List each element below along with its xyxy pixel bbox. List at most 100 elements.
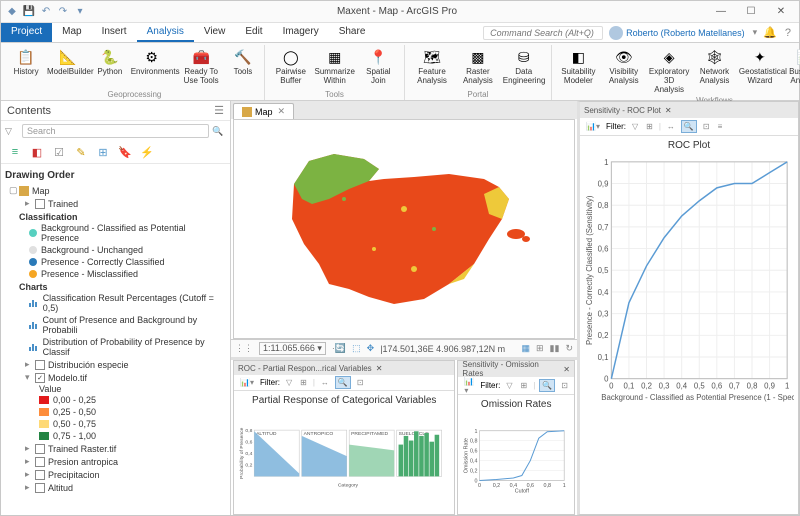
partial-tab[interactable]: ROC - Partial Respon...rical Variables — [238, 364, 372, 373]
roc-legend-icon[interactable]: ≡ — [716, 121, 725, 132]
map-tab-close-icon[interactable]: ✕ — [278, 106, 286, 117]
ribbon-exploratory-3d-analysis[interactable]: ◈Exploratory 3D Analysis — [648, 45, 689, 96]
ribbon-ready-to-use-tools[interactable]: 🧰Ready To Use Tools — [178, 45, 223, 88]
omission-tab[interactable]: Sensitivity - Omission Rates — [462, 360, 559, 378]
om-filter-icon[interactable]: ▽ — [504, 380, 514, 391]
layer-presion-antropica[interactable]: ▸Presion antropica — [5, 455, 226, 468]
ribbon-business-analysis[interactable]: 📊Business Analysis — [785, 45, 800, 96]
list-by-perf-icon[interactable]: ⚡ — [139, 144, 155, 160]
layer-checkbox[interactable] — [35, 444, 45, 454]
map-view[interactable] — [233, 119, 575, 339]
ribbon-geostatistical-wizard[interactable]: ✦Geostatistical Wizard — [739, 45, 780, 96]
ribbon-suitability-modeler[interactable]: ◧Suitability Modeler — [558, 45, 599, 96]
list-by-source-icon[interactable]: ◧ — [29, 144, 45, 160]
ribbon-visibility-analysis[interactable]: 👁Visibility Analysis — [603, 45, 644, 96]
menu-tab-share[interactable]: Share — [329, 23, 376, 42]
partial-tab-close-icon[interactable]: ✕ — [376, 364, 383, 373]
axis-icon[interactable]: ↔ — [319, 377, 331, 388]
save-icon[interactable]: 💾 — [22, 5, 36, 19]
close-button[interactable]: ✕ — [767, 3, 795, 21]
menu-tab-insert[interactable]: Insert — [92, 23, 137, 42]
refresh-icon[interactable]: ↻ — [565, 343, 573, 354]
chart-entry[interactable]: Classification Result Percentages (Cutof… — [5, 292, 226, 314]
list-by-selection-icon[interactable]: ☑ — [51, 144, 67, 160]
ribbon-pairwise-buffer[interactable]: ◯Pairwise Buffer — [271, 45, 311, 88]
chart-entry[interactable]: Distribution of Probability of Presence … — [5, 336, 226, 358]
nav2-icon[interactable]: ✥ — [367, 343, 375, 354]
map-tab[interactable]: Map✕ — [233, 103, 294, 119]
scale-selector[interactable]: 1:11.065.666 ▾ — [259, 342, 326, 355]
layer-checkbox[interactable] — [35, 470, 45, 480]
menu-tab-analysis[interactable]: Analysis — [137, 23, 194, 42]
dist-layer[interactable]: ▸Distribución especie — [5, 358, 226, 371]
contents-menu-icon[interactable]: ☰ — [214, 104, 224, 117]
roc-filter-icon[interactable]: ▽ — [630, 121, 640, 132]
rotate-icon[interactable]: ·🔄 — [332, 343, 346, 354]
trained-layer[interactable]: ▸Trained — [5, 197, 226, 210]
layer-checkbox[interactable] — [35, 457, 45, 467]
pause-icon[interactable]: ▮▮ — [550, 343, 560, 354]
modelo-layer[interactable]: ▾✓Modelo.tif — [5, 371, 226, 384]
ribbon-modelbuilder[interactable]: 📐ModelBuilder — [45, 45, 90, 88]
roc-tab-close-icon[interactable]: ✕ — [665, 106, 672, 115]
ribbon-environments[interactable]: ⚙Environments — [129, 45, 174, 88]
ribbon-tools[interactable]: 🔨Tools — [228, 45, 258, 88]
ribbon-feature-analysis[interactable]: 🗺Feature Analysis — [411, 45, 453, 88]
layer-checkbox[interactable] — [35, 483, 45, 493]
map-node[interactable]: ▢Map — [5, 184, 226, 197]
roc-zoom-icon[interactable]: 🔍 — [681, 120, 697, 133]
ribbon-summarize-within[interactable]: ▦Summarize Within — [315, 45, 355, 88]
om-chart-icon[interactable]: 📊▾ — [462, 376, 476, 396]
list-by-editing-icon[interactable]: ✎ — [73, 144, 89, 160]
notification-bell-icon[interactable]: 🔔 — [763, 26, 777, 39]
undo-icon[interactable]: ↶ — [39, 5, 53, 19]
chart-entry[interactable]: Count of Presence and Background by Prob… — [5, 314, 226, 336]
search-icon[interactable]: 🔍 — [212, 126, 226, 137]
maximize-button[interactable]: ☐ — [737, 3, 765, 21]
menu-tab-imagery[interactable]: Imagery — [273, 23, 329, 42]
zoom-tool-icon[interactable]: 🔍 — [335, 376, 351, 389]
dist-checkbox[interactable] — [35, 360, 45, 370]
qat-dropdown-icon[interactable]: ▾ — [73, 5, 87, 19]
layer-trained-raster.tif[interactable]: ▸Trained Raster.tif — [5, 442, 226, 455]
nav-icon[interactable]: ⬚ — [352, 343, 361, 354]
list-by-drawing-icon[interactable]: ≡ — [7, 144, 23, 160]
help-icon[interactable]: ? — [785, 27, 791, 39]
roc-chart-icon[interactable]: 📊▾ — [584, 121, 602, 132]
minimize-button[interactable]: — — [707, 3, 735, 21]
sel-features-icon[interactable]: ▦ — [521, 343, 530, 354]
roc-ext-icon[interactable]: ⊞ — [644, 121, 655, 132]
filter-sel-icon[interactable]: ▽ — [284, 377, 294, 388]
user-name[interactable]: Roberto (Roberto Matellanes) — [626, 28, 745, 38]
omission-tab-close-icon[interactable]: ✕ — [563, 365, 570, 374]
om-zoom-icon[interactable]: 🔍 — [539, 379, 555, 392]
layer-altitud[interactable]: ▸Altitud — [5, 481, 226, 494]
user-avatar-icon[interactable] — [609, 26, 623, 40]
modelo-checkbox[interactable]: ✓ — [35, 373, 45, 383]
roc-tab[interactable]: Sensitivity - ROC Plot — [584, 106, 661, 115]
command-search-input[interactable] — [483, 26, 603, 40]
list-by-labeling-icon[interactable]: 🔖 — [117, 144, 133, 160]
roc-full-icon[interactable]: ⊡ — [701, 121, 712, 132]
filter-ext-icon[interactable]: ⊞ — [298, 377, 309, 388]
om-full-icon[interactable]: ⊡ — [559, 380, 570, 391]
ribbon-python[interactable]: 🐍Python — [95, 45, 125, 88]
ribbon-data-engineering[interactable]: ⛁Data Engineering — [503, 45, 545, 88]
om-ext-icon[interactable]: ⊞ — [519, 380, 530, 391]
contents-search-input[interactable]: Search — [22, 124, 209, 138]
menu-tab-view[interactable]: View — [194, 23, 236, 42]
redo-icon[interactable]: ↷ — [56, 5, 70, 19]
snap-icon[interactable]: ⊞ — [536, 343, 544, 354]
user-dropdown-icon[interactable]: ▾ — [753, 27, 758, 38]
roc-axis-icon[interactable]: ↔ — [665, 121, 677, 132]
list-by-snapping-icon[interactable]: ⊞ — [95, 144, 111, 160]
ribbon-history[interactable]: 📋History — [11, 45, 41, 88]
ribbon-spatial-join[interactable]: 📍Spatial Join — [359, 45, 398, 88]
ribbon-raster-analysis[interactable]: ▩Raster Analysis — [457, 45, 499, 88]
menu-tab-map[interactable]: Map — [52, 23, 91, 42]
menu-tab-edit[interactable]: Edit — [235, 23, 272, 42]
partial-chart-icon[interactable]: 📊▾ — [238, 377, 256, 388]
full-ext-icon[interactable]: ⊡ — [355, 377, 366, 388]
filter-icon[interactable]: ▽ — [5, 126, 19, 137]
ribbon-network-analysis[interactable]: 🕸Network Analysis — [694, 45, 735, 96]
